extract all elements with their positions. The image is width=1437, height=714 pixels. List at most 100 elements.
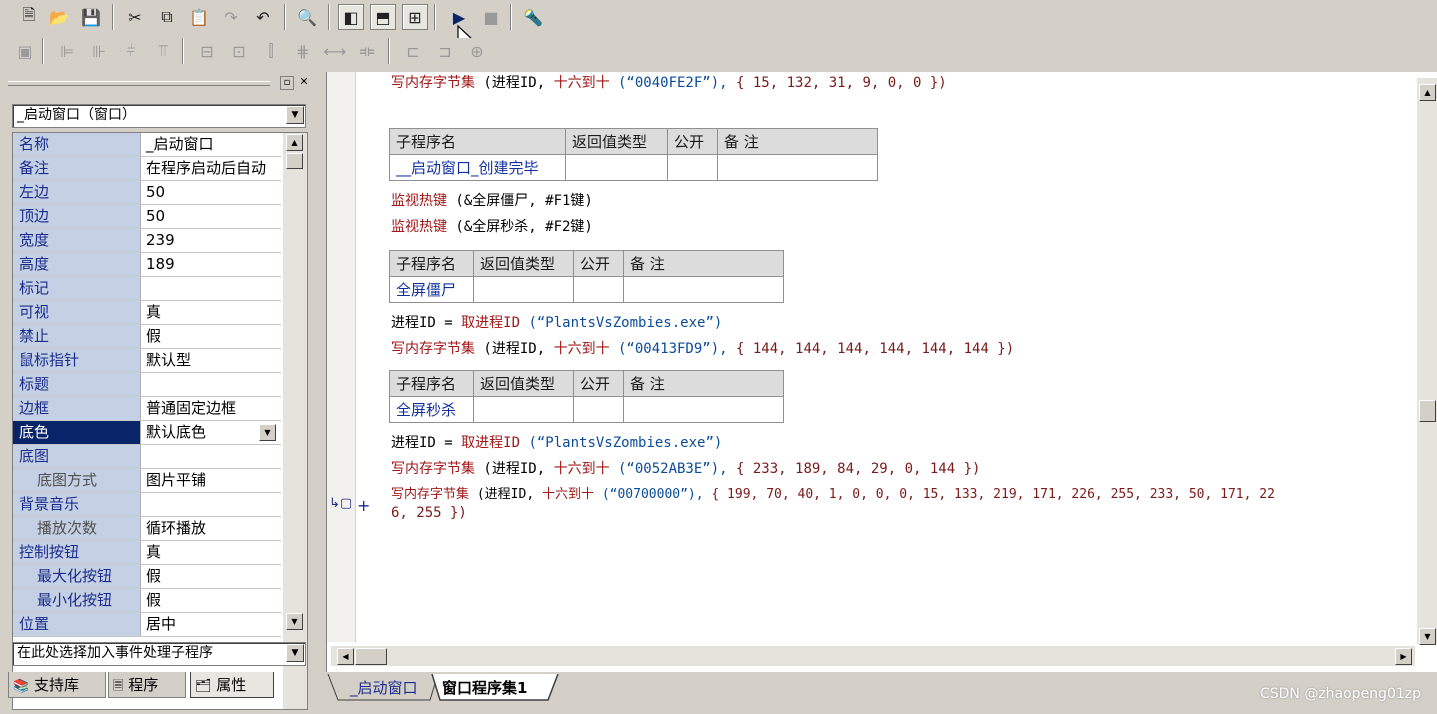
cut-icon[interactable]: ✂ [122,4,148,30]
property-value[interactable]: 真 [141,301,281,324]
property-value[interactable]: 循环播放 [141,517,281,540]
property-row[interactable]: 左边 50 [13,181,281,205]
scroll-down-icon[interactable]: ▼ [286,613,303,630]
property-value[interactable]: 普通固定边框 [141,397,281,420]
scroll-right-icon[interactable]: ▶ [1395,648,1412,665]
code-line[interactable]: 进程ID = 取进程ID (“PlantsVsZombies.exe”) [391,314,722,332]
restore-icon[interactable]: ▫ [280,76,294,90]
code-line[interactable]: 写内存字节集 (进程ID, 十六到十 (“00413FD9”), { 144, … [391,340,1014,358]
chevron-down-icon[interactable]: ▼ [259,424,276,441]
align-bottom-icon[interactable]: ⊡ [226,38,252,64]
tab-program[interactable]: 🗏 程序 [108,672,186,698]
copy-icon[interactable]: ⧉ [154,4,180,30]
horizontal-scrollbar[interactable]: ◀ ▶ [331,646,1415,666]
property-row[interactable]: 顶边 50 [13,205,281,229]
code-editor[interactable]: ↳▢ + 写内存字节集 (进程ID, 十六到十 (“0040FE2F”), { … [326,72,1437,672]
scroll-up-icon[interactable]: ▲ [1419,84,1436,101]
property-value[interactable]: 图片平铺 [141,469,281,492]
align-center-icon[interactable]: ⊪ [86,38,112,64]
scroll-left-icon[interactable]: ◀ [337,648,354,665]
center-form-icon[interactable]: ⊕ [464,38,490,64]
chevron-down-icon[interactable]: ▼ [286,106,304,124]
breakpoint-arrow-icon[interactable]: ↳▢ [329,496,352,511]
property-row[interactable]: 底色 默认底色 ▼ [13,421,281,445]
object-selector[interactable]: _启动窗口（窗口） ▼ [12,104,306,128]
scroll-up-icon[interactable]: ▲ [286,134,303,151]
debug-icon[interactable]: 🔦 [520,4,546,30]
align-right-icon[interactable]: ⫩ [118,38,144,64]
property-value[interactable] [141,277,281,300]
align-top-icon[interactable]: ⫪ [150,38,176,64]
redo-icon[interactable]: ↷ [218,4,244,30]
space-h-icon[interactable]: ⫿ [258,38,284,64]
stop-icon[interactable]: ■ [478,4,504,30]
property-row[interactable]: 边框 普通固定边框 [13,397,281,421]
code-line[interactable]: 监视热键 (&全屏秒杀, #F2键) [391,218,593,236]
event-selector[interactable]: 在此处选择加入事件处理子程序 ▼ [12,642,306,666]
add-line-icon[interactable]: + [357,496,370,515]
size-both-icon[interactable]: ⊏ [400,38,426,64]
property-row[interactable]: 标记 [13,277,281,301]
code-line[interactable]: 写内存字节集 (进程ID, 十六到十 (“0052AB3E”), { 233, … [391,460,980,478]
tab-startup-window[interactable]: _启动窗口 [340,676,428,700]
property-value[interactable] [141,445,281,468]
tab-window-assembly[interactable]: 窗口程序集1 [432,676,537,700]
property-row[interactable]: 播放次数 循环播放 [13,517,281,541]
property-scrollbar[interactable]: ▲ ▼ [283,133,307,709]
property-value[interactable]: 假 [141,565,281,588]
layout-grid-icon[interactable]: ⊞ [402,4,428,30]
code-line[interactable]: 6, 255 }) [391,504,467,522]
property-value[interactable]: 假 [141,325,281,348]
space-v-icon[interactable]: ⋕ [290,38,316,64]
grid-snap-icon[interactable]: ⊐ [432,38,458,64]
property-row[interactable]: 背景音乐 [13,493,281,517]
property-value[interactable]: 居中 [141,613,281,636]
new-file-icon[interactable]: 🗎 [16,4,42,30]
property-row[interactable]: 名称 _启动窗口 [13,133,281,157]
chevron-down-icon[interactable]: ▼ [286,644,304,662]
property-value[interactable]: _启动窗口 [141,133,281,156]
property-value[interactable]: 189 [141,253,281,276]
align-left-icon[interactable]: ⊫ [54,38,80,64]
scroll-thumb[interactable] [286,153,303,169]
size-h-icon[interactable]: ⟚ [354,38,380,64]
property-row[interactable]: 备注 在程序启动后自动 [13,157,281,181]
subroutine-name[interactable]: 全屏僵尸 [389,276,474,303]
property-row[interactable]: 可视真 [13,301,281,325]
property-row[interactable]: 最小化按钮假 [13,589,281,613]
undo-icon[interactable]: ↶ [250,4,276,30]
paste-icon[interactable]: 📋 [186,4,212,30]
property-row[interactable]: 鼠标指针 默认型 [13,349,281,373]
find-icon[interactable]: 🔍 [294,4,320,30]
close-icon[interactable]: ✕ [298,76,310,88]
scroll-thumb[interactable] [1419,400,1436,422]
size-w-icon[interactable]: ⟷ [322,38,348,64]
property-value[interactable]: 真 [141,541,281,564]
property-value[interactable]: 50 [141,181,281,204]
property-value[interactable] [141,493,281,516]
code-line[interactable]: 进程ID = 取进程ID (“PlantsVsZombies.exe”) [391,434,722,452]
scroll-thumb[interactable] [355,648,387,665]
property-row[interactable]: 底图 [13,445,281,469]
scroll-down-icon[interactable]: ▼ [1419,628,1436,645]
code-line[interactable]: 写内存字节集 (进程ID, 十六到十 (“0040FE2F”), { 15, 1… [391,74,947,92]
align-icon[interactable]: ▣ [12,38,38,64]
property-row[interactable]: 底图方式 图片平铺 [13,469,281,493]
code-line[interactable]: 写内存字节集 (进程ID, 十六到十 (“00700000”), { 199, … [391,486,1275,504]
tab-support-library[interactable]: 📚 支持库 [8,672,106,698]
property-row[interactable]: 禁止假 [13,325,281,349]
vertical-scrollbar[interactable]: ▲ ▼ [1417,78,1437,645]
code-line[interactable]: 监视热键 (&全屏僵尸, #F1键) [391,192,593,210]
property-value[interactable]: 假 [141,589,281,612]
property-value[interactable]: 在程序启动后自动 [141,157,281,180]
property-value[interactable] [141,373,281,396]
property-row[interactable]: 高度 189 [13,253,281,277]
property-row[interactable]: 标题 [13,373,281,397]
layout-left-icon[interactable]: ◧ [338,4,364,30]
property-value[interactable]: 默认型 [141,349,281,372]
property-row[interactable]: 最大化按钮假 [13,565,281,589]
align-middle-icon[interactable]: ⊟ [194,38,220,64]
tab-properties[interactable]: 🗂 属性 [190,672,274,698]
subroutine-name[interactable]: 全屏秒杀 [389,396,474,423]
property-row[interactable]: 宽度 239 [13,229,281,253]
